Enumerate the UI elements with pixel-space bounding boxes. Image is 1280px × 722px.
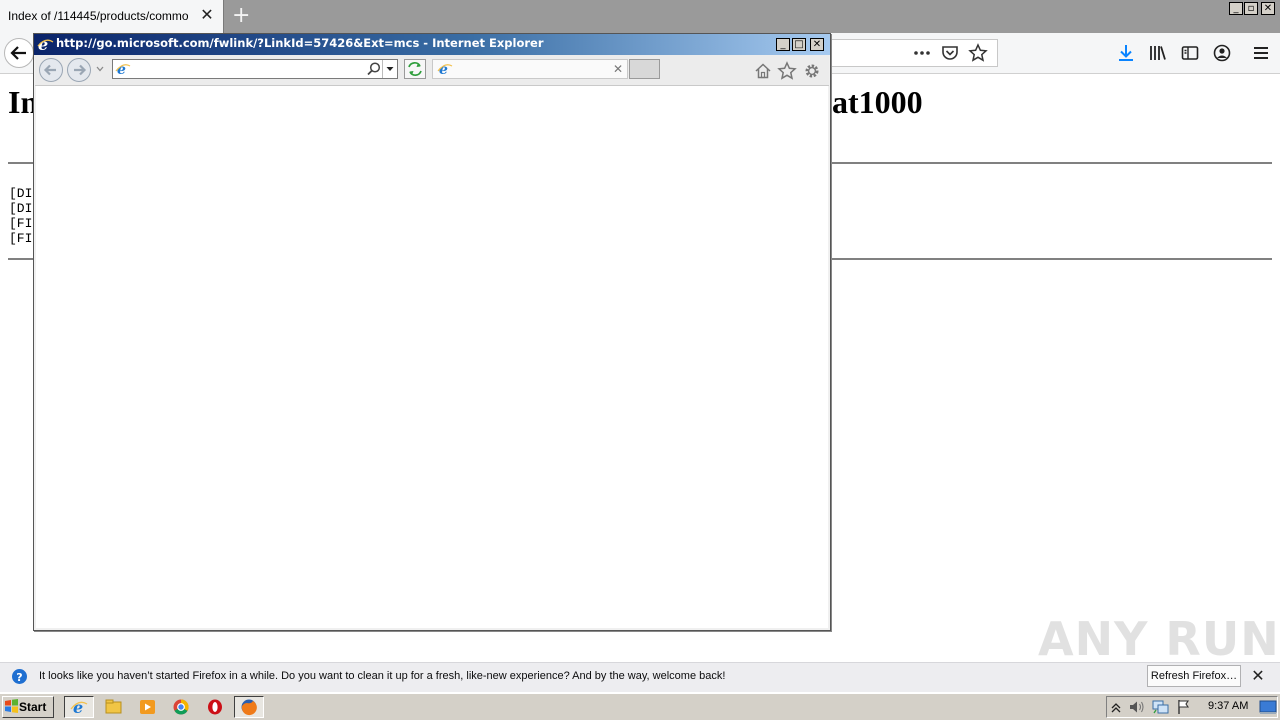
svg-text:e: e bbox=[73, 698, 83, 717]
firefox-icon bbox=[241, 699, 257, 716]
ie-compatibility-refresh-icon[interactable] bbox=[404, 59, 426, 79]
ie-history-dropdown-icon[interactable] bbox=[95, 65, 105, 73]
downloads-icon[interactable] bbox=[1116, 43, 1136, 63]
ie-forward-icon[interactable] bbox=[66, 57, 92, 83]
tray-expand-icon[interactable] bbox=[1110, 700, 1122, 714]
ie-tab-icon: e bbox=[437, 62, 453, 77]
taskbar-clock[interactable]: 9:37 AM bbox=[1208, 700, 1248, 712]
action-center-flag-icon[interactable] bbox=[1176, 699, 1192, 715]
sidebar-icon[interactable] bbox=[1180, 43, 1200, 63]
ie-address-input[interactable] bbox=[133, 61, 359, 77]
ie-favorites-icon[interactable] bbox=[777, 61, 797, 81]
listing-entry[interactable]: [FI bbox=[9, 216, 32, 231]
listing-entry[interactable]: [DI bbox=[9, 186, 32, 201]
listing-entry[interactable]: [FI bbox=[9, 231, 32, 246]
back-arrow-icon bbox=[10, 46, 26, 60]
ie-tab[interactable] bbox=[432, 59, 628, 79]
firefox-restore-button[interactable]: ▫ bbox=[1244, 2, 1258, 15]
ie-home-icon[interactable] bbox=[753, 61, 773, 81]
ie-search-icon[interactable] bbox=[366, 61, 382, 77]
taskbar-ie-button[interactable]: e bbox=[64, 696, 94, 718]
show-desktop-icon[interactable] bbox=[1259, 699, 1277, 715]
ie-address-dropdown[interactable] bbox=[382, 60, 397, 78]
chrome-icon bbox=[173, 699, 189, 715]
ie-minimize-button[interactable]: _ bbox=[776, 38, 790, 51]
ie-new-tab-button[interactable] bbox=[629, 59, 660, 79]
info-question-icon: ? bbox=[12, 669, 27, 684]
watermark: ANY RUN bbox=[1038, 612, 1280, 666]
windows-logo-icon bbox=[5, 699, 18, 713]
ie-page-icon: e bbox=[115, 62, 131, 77]
bookmark-star-icon[interactable] bbox=[968, 43, 988, 63]
svg-text:?: ? bbox=[16, 671, 22, 684]
volume-icon[interactable] bbox=[1128, 699, 1146, 715]
taskbar-explorer-button[interactable] bbox=[98, 696, 128, 718]
ie-tools-gear-icon[interactable] bbox=[802, 61, 822, 81]
ie-tab-close-icon[interactable]: ✕ bbox=[611, 61, 625, 77]
pocket-icon[interactable] bbox=[940, 43, 960, 63]
ie-content-area[interactable] bbox=[36, 86, 828, 628]
library-icon[interactable] bbox=[1148, 43, 1168, 63]
taskbar-media-player-button[interactable] bbox=[132, 696, 162, 718]
taskbar-firefox-button[interactable] bbox=[234, 696, 264, 718]
refresh-firefox-button[interactable]: Refresh Firefox… bbox=[1147, 665, 1241, 687]
page-actions-icon[interactable] bbox=[912, 43, 932, 63]
ie-window-title: http://go.microsoft.com/fwlink/?LinkId=5… bbox=[56, 36, 544, 50]
firefox-new-tab-icon[interactable]: + bbox=[232, 5, 250, 27]
ie-back-icon[interactable] bbox=[38, 57, 64, 83]
ie-close-button[interactable]: ✕ bbox=[810, 38, 824, 51]
notification-text: It looks like you haven’t started Firefo… bbox=[39, 670, 726, 682]
firefox-tab-title: Index of /114445/products/commonup bbox=[8, 9, 188, 23]
ie-taskbar-icon: e bbox=[70, 698, 88, 717]
listing-entry[interactable]: [DI bbox=[9, 201, 32, 216]
menu-icon[interactable] bbox=[1251, 43, 1271, 63]
opera-icon bbox=[208, 699, 222, 715]
back-button[interactable] bbox=[4, 38, 34, 68]
ie-address-dropdown-icon bbox=[386, 67, 394, 71]
firefox-close-button[interactable]: ✕ bbox=[1261, 2, 1275, 15]
notification-close-icon[interactable]: ✕ bbox=[1250, 667, 1266, 685]
firefox-minimize-button[interactable]: _ bbox=[1229, 2, 1243, 15]
taskbar-opera-button[interactable] bbox=[200, 696, 230, 718]
folder-icon bbox=[105, 699, 122, 714]
ie-maximize-button[interactable]: □ bbox=[792, 38, 806, 51]
network-icon[interactable] bbox=[1152, 699, 1170, 715]
media-player-icon bbox=[140, 700, 155, 714]
page-heading-right: at1000 bbox=[832, 84, 923, 120]
start-label: Start bbox=[19, 700, 47, 714]
taskbar-chrome-button[interactable] bbox=[166, 696, 196, 718]
firefox-tab-close-icon[interactable]: ✕ bbox=[199, 7, 215, 23]
ie-logo-icon: e bbox=[37, 36, 54, 53]
account-icon[interactable] bbox=[1212, 43, 1232, 63]
